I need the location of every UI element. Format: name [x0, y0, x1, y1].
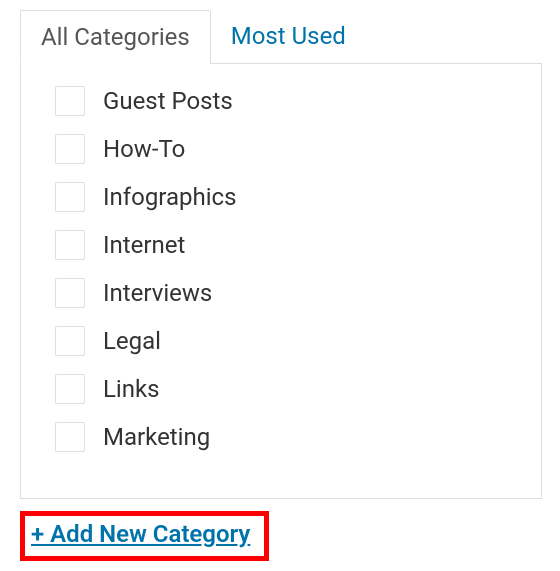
category-label: Legal: [103, 327, 161, 355]
category-label: Links: [103, 375, 160, 403]
category-label: Internet: [103, 231, 185, 259]
highlight-box: + Add New Category: [20, 511, 269, 561]
list-item: Legal: [55, 326, 523, 356]
category-panel: Guest Posts How-To Infographics Internet…: [20, 63, 542, 499]
category-label: Marketing: [103, 423, 210, 451]
checkbox-legal[interactable]: [55, 326, 85, 356]
list-item: Internet: [55, 230, 523, 260]
list-item: Marketing: [55, 422, 523, 452]
checkbox-how-to[interactable]: [55, 134, 85, 164]
checkbox-infographics[interactable]: [55, 182, 85, 212]
category-metabox: All Categories Most Used Guest Posts How…: [20, 10, 542, 561]
add-new-category-link[interactable]: + Add New Category: [31, 520, 250, 548]
list-item: Interviews: [55, 278, 523, 308]
checkbox-guest-posts[interactable]: [55, 86, 85, 116]
tab-list: All Categories Most Used: [20, 10, 542, 64]
list-item: Infographics: [55, 182, 523, 212]
category-label: Guest Posts: [103, 87, 233, 115]
tab-most-used[interactable]: Most Used: [211, 10, 366, 64]
checkbox-interviews[interactable]: [55, 278, 85, 308]
checkbox-internet[interactable]: [55, 230, 85, 260]
list-item: Guest Posts: [55, 86, 523, 116]
list-item: How-To: [55, 134, 523, 164]
category-label: Interviews: [103, 279, 212, 307]
category-label: How-To: [103, 135, 185, 163]
list-item: Links: [55, 374, 523, 404]
add-new-row: + Add New Category: [20, 507, 542, 561]
tab-all-categories[interactable]: All Categories: [20, 10, 211, 64]
category-label: Infographics: [103, 183, 237, 211]
checkbox-marketing[interactable]: [55, 422, 85, 452]
checkbox-links[interactable]: [55, 374, 85, 404]
